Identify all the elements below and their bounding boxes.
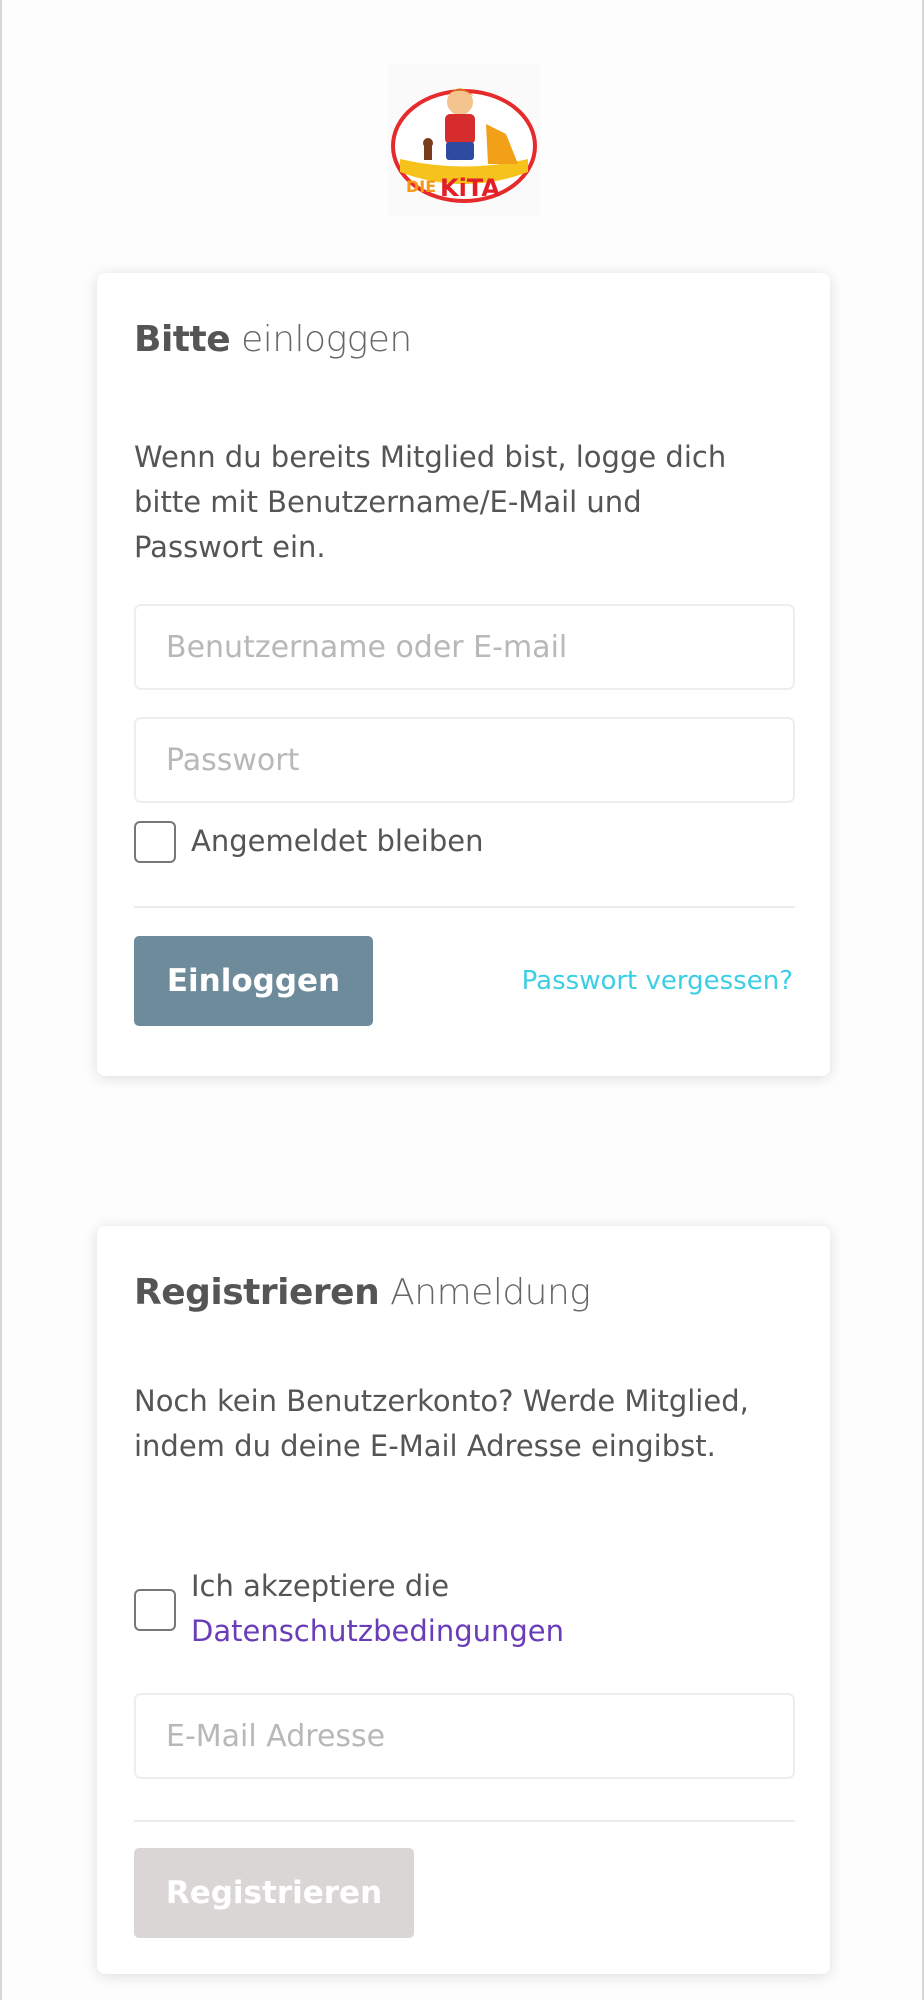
privacy-label: Ich akzeptiere die Datenschutzbedingunge…: [191, 1564, 564, 1654]
register-card: Registrieren Anmeldung Noch kein Benutze…: [97, 1226, 830, 1974]
kita-logo-image: DIE KiTA: [391, 88, 537, 203]
register-description: Noch kein Benutzerkonto? Werde Mitglied,…: [134, 1384, 749, 1463]
remember-label[interactable]: Angemeldet bleiben: [191, 819, 483, 864]
email-input[interactable]: [134, 1693, 795, 1779]
page: DIE KiTA Bitte einloggen Wenn du bereits…: [0, 0, 924, 2000]
login-title-light: einloggen: [241, 319, 412, 360]
register-button[interactable]: Registrieren: [134, 1848, 414, 1938]
login-title: Bitte einloggen: [134, 319, 412, 360]
privacy-link[interactable]: Datenschutzbedingungen: [191, 1614, 564, 1648]
login-button[interactable]: Einloggen: [134, 936, 373, 1026]
login-divider: [134, 906, 795, 908]
register-title-light: Anmeldung: [390, 1272, 591, 1313]
login-card: Bitte einloggen Wenn du bereits Mitglied…: [97, 273, 830, 1076]
privacy-label-prefix: Ich akzeptiere die: [191, 1569, 450, 1603]
login-title-bold: Bitte: [134, 319, 231, 360]
svg-text:DIE: DIE: [406, 177, 436, 196]
register-title-bold: Registrieren: [134, 1272, 380, 1313]
svg-text:KiTA: KiTA: [440, 174, 500, 202]
username-input[interactable]: [134, 604, 795, 690]
kita-logo: DIE KiTA: [388, 64, 540, 216]
privacy-checkbox[interactable]: [134, 1589, 176, 1631]
forgot-password-link[interactable]: Passwort vergessen?: [522, 966, 793, 996]
register-divider: [134, 1820, 795, 1822]
password-input[interactable]: [134, 717, 795, 803]
remember-checkbox[interactable]: [134, 821, 176, 863]
register-title: Registrieren Anmeldung: [134, 1272, 591, 1313]
login-description: Wenn du bereits Mitglied bist, logge dic…: [134, 440, 727, 564]
